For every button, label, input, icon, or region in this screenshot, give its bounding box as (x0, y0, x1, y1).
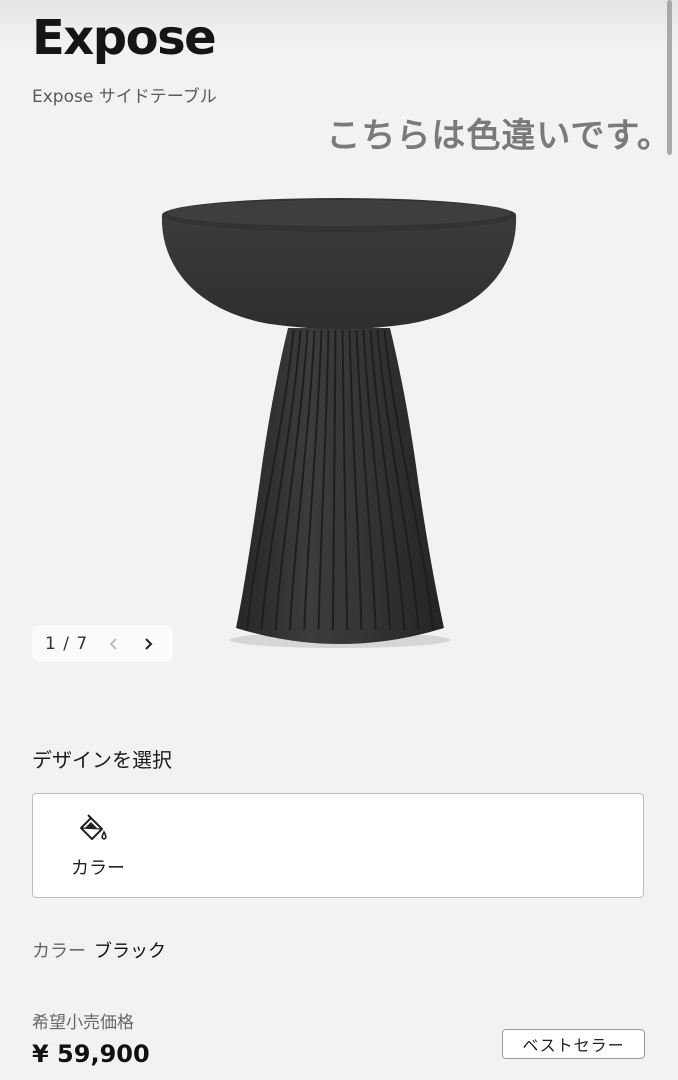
chevron-left-icon (109, 637, 117, 650)
selected-color-row: カラー ブラック (32, 937, 166, 963)
product-image (161, 198, 517, 648)
color-option-card[interactable]: カラー (32, 793, 644, 898)
product-title: Expose (32, 10, 217, 66)
next-image-button[interactable] (138, 634, 158, 654)
chevron-right-icon (145, 637, 153, 650)
paint-bucket-icon (80, 814, 107, 840)
image-counter: 1 / 7 (45, 633, 89, 654)
color-key: カラー (32, 941, 86, 962)
image-pager: 1 / 7 (32, 625, 173, 662)
price-label: 希望小売価格 (32, 1013, 134, 1033)
prev-image-button[interactable] (104, 634, 124, 654)
color-value: ブラック (94, 941, 166, 962)
price-value: ¥ 59,900 (32, 1040, 150, 1068)
design-section-label: デザインを選択 (32, 748, 172, 772)
bestseller-badge: ベストセラー (502, 1029, 645, 1059)
product-subtitle: Expose サイドテーブル (32, 87, 217, 107)
overlay-note: こちらは色違いです。 (326, 116, 672, 156)
color-option-label: カラー (71, 858, 125, 879)
